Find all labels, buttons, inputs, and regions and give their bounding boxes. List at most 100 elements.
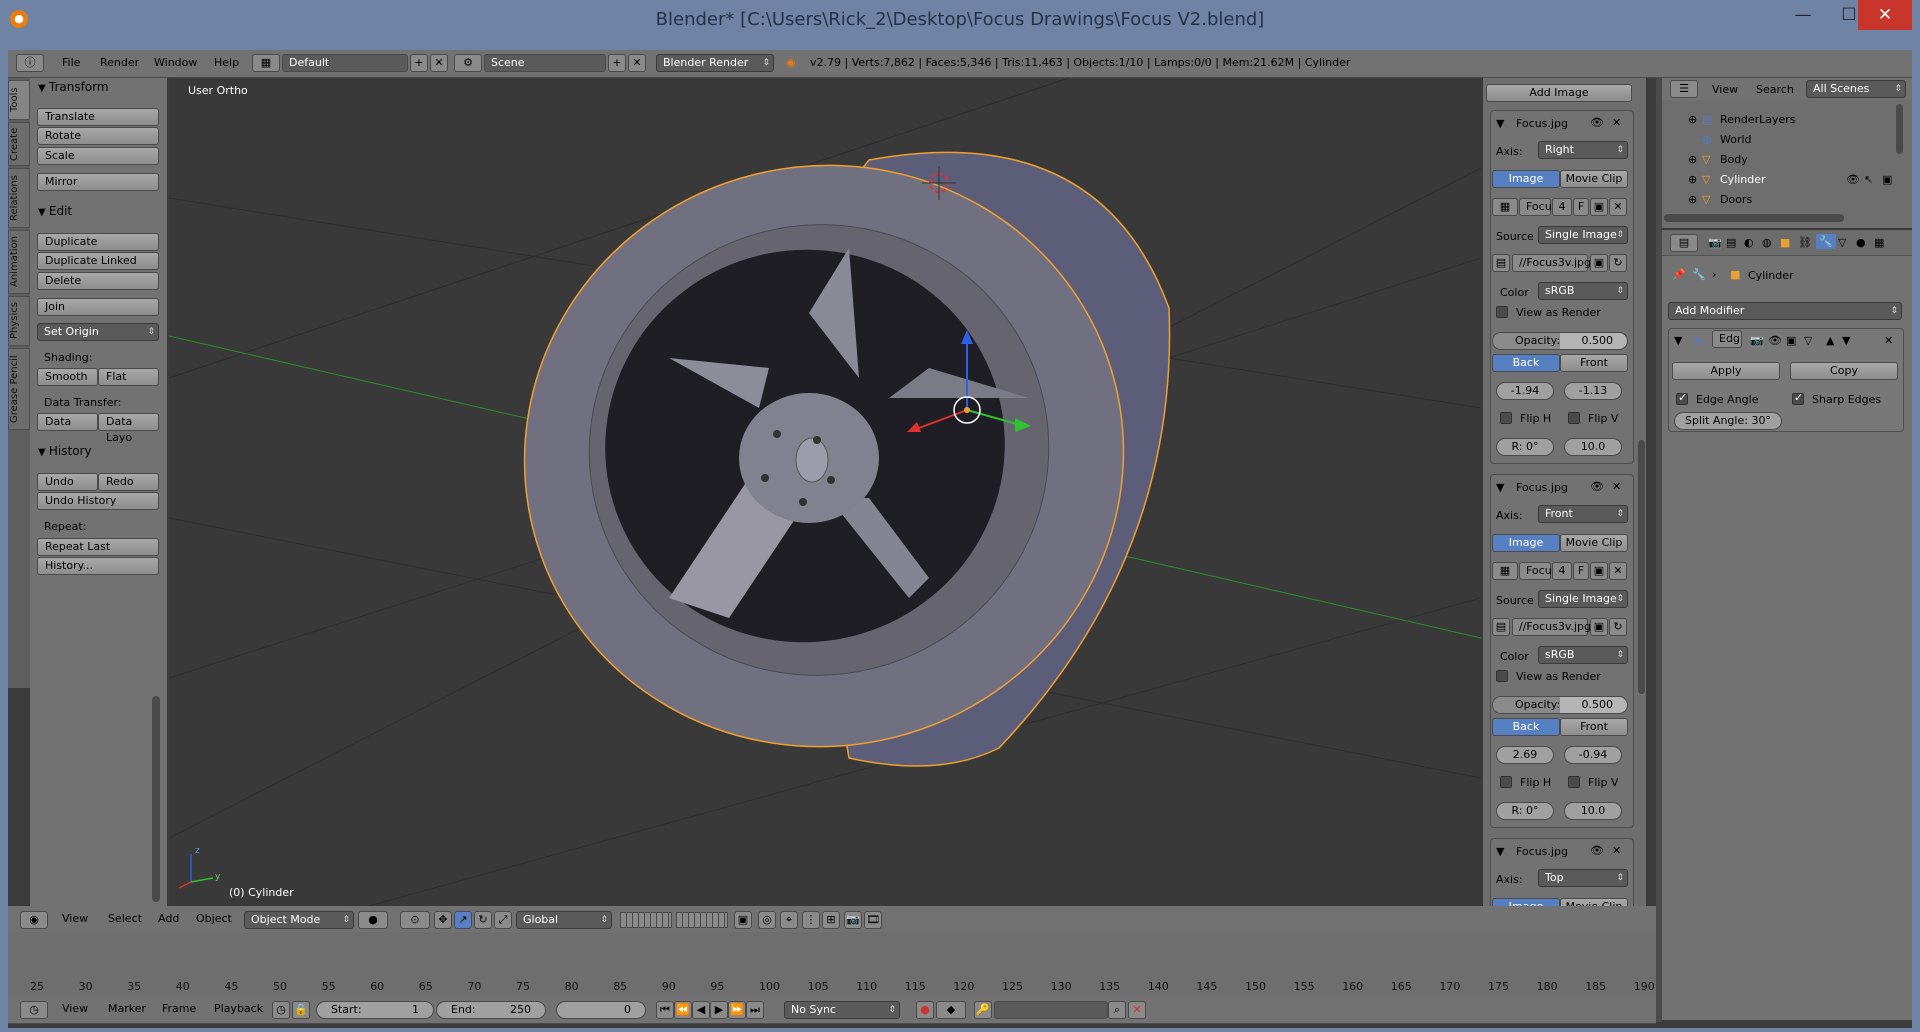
scene-tab-icon[interactable]: ◐ xyxy=(1744,236,1754,249)
cage-toggle-icon[interactable]: ▽ xyxy=(1804,334,1812,347)
size-field[interactable]: 10.0 xyxy=(1564,438,1622,456)
rotation-field[interactable]: R: 0° xyxy=(1496,438,1554,456)
movie-clip-tab[interactable]: Movie Clip xyxy=(1560,898,1628,906)
data-tab-icon[interactable]: ▽ xyxy=(1838,236,1846,249)
image-tab[interactable]: Image xyxy=(1492,534,1560,552)
translate-manipulator-icon[interactable]: ↗ xyxy=(454,911,472,929)
sync-dropdown[interactable]: No Sync xyxy=(784,1001,900,1019)
scale-button[interactable]: Scale xyxy=(37,147,159,165)
layout-icon[interactable]: ▦ xyxy=(252,54,280,72)
file-path-field[interactable]: //Focus3v.jpg xyxy=(1512,618,1591,636)
rotation-field[interactable]: R: 0° xyxy=(1496,802,1554,820)
front-button[interactable]: Front xyxy=(1560,354,1628,372)
prev-keyframe-icon[interactable]: ⏪ xyxy=(674,1001,692,1019)
next-keyframe-icon[interactable]: ⏩ xyxy=(728,1001,746,1019)
move-up-icon[interactable]: ▲ xyxy=(1826,334,1834,347)
outliner-item-body[interactable]: Body xyxy=(1720,153,1748,166)
object-tab-icon[interactable]: ■ xyxy=(1780,236,1790,249)
scene-icon[interactable]: ⚙ xyxy=(454,54,482,72)
outliner-item-doors[interactable]: Doors xyxy=(1720,193,1752,206)
layout-field[interactable]: Default xyxy=(282,54,408,72)
render-camera-icon[interactable]: ▣ xyxy=(1882,173,1892,186)
texture-tab-icon[interactable]: ▦ xyxy=(1874,236,1884,249)
flip-h-checkbox[interactable] xyxy=(1500,412,1512,424)
eye-icon[interactable]: 👁 xyxy=(1590,480,1604,493)
render-toggle-icon[interactable]: 📷 xyxy=(1750,334,1764,347)
manipulator-toggle-icon[interactable]: ✥ xyxy=(434,911,452,929)
open-image-icon[interactable]: ▣ xyxy=(1590,562,1608,580)
outliner-editor-icon[interactable]: ☰ xyxy=(1670,80,1698,98)
snap-target-icon[interactable]: ⊞ xyxy=(822,911,840,929)
snap-element-icon[interactable]: ⋮ xyxy=(802,911,820,929)
render-preview-icon[interactable]: 📷 xyxy=(844,911,862,929)
3d-editor-icon[interactable]: ◉ xyxy=(20,911,48,929)
menu-help[interactable]: Help xyxy=(214,56,239,69)
material-tab-icon[interactable]: ● xyxy=(1856,236,1866,249)
file-path-field[interactable]: //Focus3v.jpg xyxy=(1512,254,1591,272)
collapse-icon[interactable]: ▼ xyxy=(1496,117,1504,130)
source-dropdown[interactable]: Single Image xyxy=(1538,590,1628,608)
scene-add-icon[interactable]: + xyxy=(608,54,626,72)
mode-dropdown[interactable]: Object Mode xyxy=(244,911,354,929)
join-button[interactable]: Join xyxy=(37,298,159,316)
opacity-slider[interactable]: Opacity: 0.500 xyxy=(1492,332,1628,350)
file-browse-icon[interactable]: ▣ xyxy=(1590,618,1608,636)
outliner-filter-dropdown[interactable]: All Scenes xyxy=(1806,80,1906,98)
layers-grid[interactable] xyxy=(620,912,672,928)
scale-manipulator-icon[interactable]: ⤢ xyxy=(494,911,512,929)
tools-scrollbar[interactable] xyxy=(152,696,160,902)
transform-header[interactable]: Transform xyxy=(38,80,109,94)
jump-end-icon[interactable]: ⏭ xyxy=(746,1001,764,1019)
constraints-tab-icon[interactable]: ⛓ xyxy=(1798,236,1812,249)
sharp-edges-checkbox[interactable] xyxy=(1792,391,1804,405)
timeline-menu-marker[interactable]: Marker xyxy=(108,1002,146,1015)
flip-v-checkbox[interactable] xyxy=(1568,412,1580,424)
axis-dropdown[interactable]: Right xyxy=(1538,141,1628,159)
lock-layer-icon[interactable]: ▣ xyxy=(734,911,752,929)
end-frame-field[interactable]: End: 250 xyxy=(436,1001,546,1019)
unlink-image-icon[interactable]: ✕ xyxy=(1609,198,1627,216)
offset-y-field[interactable]: -1.13 xyxy=(1564,382,1622,400)
undo-button[interactable]: Undo xyxy=(37,473,98,491)
scene-remove-icon[interactable]: ✕ xyxy=(628,54,646,72)
menu-view[interactable]: View xyxy=(62,912,88,925)
outliner-item-world[interactable]: World xyxy=(1720,133,1752,146)
data-layout-button[interactable]: Data Layo xyxy=(98,413,159,444)
layout-remove-icon[interactable]: ✕ xyxy=(430,54,448,72)
apply-button[interactable]: Apply xyxy=(1672,362,1780,380)
edge-angle-checkbox[interactable] xyxy=(1676,391,1688,405)
unlink-image-icon[interactable]: ✕ xyxy=(1609,562,1627,580)
remove-icon[interactable]: ✕ xyxy=(1612,844,1621,857)
outliner-search-menu[interactable]: Search xyxy=(1756,83,1794,96)
flat-button[interactable]: Flat xyxy=(98,368,159,386)
smooth-button[interactable]: Smooth xyxy=(37,368,98,386)
delete-keyframe-icon[interactable]: ✕ xyxy=(1128,1001,1146,1019)
timeline-editor-icon[interactable]: ◷ xyxy=(20,1001,48,1019)
menu-select[interactable]: Select xyxy=(108,912,142,925)
outliner-item-renderlayers[interactable]: RenderLayers xyxy=(1720,113,1796,126)
image-browse-icon[interactable]: ▦ xyxy=(1492,198,1518,216)
history-header[interactable]: History xyxy=(38,444,92,458)
copy-button[interactable]: Copy xyxy=(1790,362,1898,380)
remove-modifier-icon[interactable]: ✕ xyxy=(1884,334,1893,347)
timeline-menu-frame[interactable]: Frame xyxy=(162,1002,196,1015)
record-icon[interactable]: ● xyxy=(916,1001,934,1019)
tab-tools[interactable]: Tools xyxy=(8,80,30,120)
flip-h-checkbox[interactable] xyxy=(1500,776,1512,788)
mirror-button[interactable]: Mirror xyxy=(37,173,159,191)
snap-toggle-icon[interactable]: ⌖ xyxy=(780,911,798,929)
front-button[interactable]: Front xyxy=(1560,718,1628,736)
render-anim-icon[interactable]: 🎞 xyxy=(864,911,882,929)
image-tab[interactable]: Image xyxy=(1492,170,1560,188)
menu-render[interactable]: Render xyxy=(100,56,139,69)
delete-button[interactable]: Delete xyxy=(37,272,159,290)
render-tab-icon[interactable]: 📷 xyxy=(1708,236,1722,249)
collapse-icon[interactable]: ▼ xyxy=(1496,845,1504,858)
file-browse-icon[interactable]: ▣ xyxy=(1590,254,1608,272)
expand-icon[interactable]: ⊕ xyxy=(1688,193,1697,206)
offset-x-field[interactable]: -1.94 xyxy=(1496,382,1554,400)
repeat-last-button[interactable]: Repeat Last xyxy=(37,538,159,556)
eye-icon[interactable]: 👁 xyxy=(1590,116,1604,129)
remove-icon[interactable]: ✕ xyxy=(1612,480,1621,493)
image-tab[interactable]: Image xyxy=(1492,898,1560,906)
